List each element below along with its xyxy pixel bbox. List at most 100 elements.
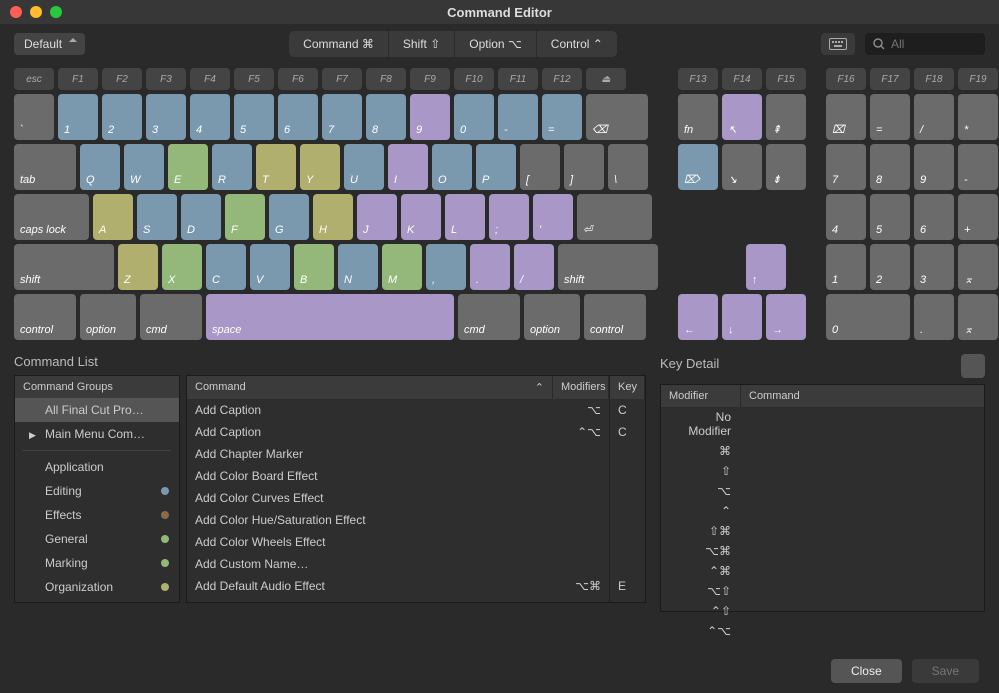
key-tab[interactable]: tab (14, 144, 76, 190)
numpad-0[interactable]: 0 (826, 294, 910, 340)
group-row[interactable]: Editing (15, 479, 179, 503)
fkey-F4[interactable]: F4 (190, 68, 230, 90)
fkey-F12[interactable]: F12 (542, 68, 582, 90)
col-detail-modifier[interactable]: Modifier (661, 385, 741, 407)
group-row[interactable]: Playback/Na… (15, 599, 179, 603)
command-row[interactable]: Add Chapter Marker (187, 443, 645, 465)
fkey-⏏[interactable]: ⏏ (586, 68, 626, 90)
command-row[interactable]: Add Color Curves Effect (187, 487, 645, 509)
key-R[interactable]: R (212, 144, 252, 190)
numpad--[interactable]: - (958, 144, 998, 190)
fkey-F13[interactable]: F13 (678, 68, 718, 90)
detail-row[interactable]: ⌃⌘ (661, 561, 984, 581)
navkey[interactable]: ↘ (722, 144, 762, 190)
numpad-4[interactable]: 4 (826, 194, 866, 240)
command-row[interactable]: Add Color Wheels Effect (187, 531, 645, 553)
key-I[interactable]: I (388, 144, 428, 190)
fkey-F14[interactable]: F14 (722, 68, 762, 90)
command-row[interactable]: Add Color Hue/Saturation Effect (187, 509, 645, 531)
group-row[interactable]: Effects (15, 503, 179, 527)
navkey[interactable]: ↖ (722, 94, 762, 140)
group-row[interactable]: All Final Cut Pro… (15, 398, 179, 422)
mod-shift[interactable]: Shift ⇧ (389, 31, 455, 57)
key-M[interactable]: M (382, 244, 422, 290)
key-O[interactable]: O (432, 144, 472, 190)
fkey-F7[interactable]: F7 (322, 68, 362, 90)
command-row[interactable]: Add Caption⌥C (187, 399, 645, 421)
arrow-down[interactable]: ↓ (722, 294, 762, 340)
key-caps lock[interactable]: caps lock (14, 194, 89, 240)
key-V[interactable]: V (250, 244, 290, 290)
key-`[interactable]: ` (14, 94, 54, 140)
numpad-*[interactable]: * (958, 94, 998, 140)
key-\[interactable]: \ (608, 144, 648, 190)
fkey-F8[interactable]: F8 (366, 68, 406, 90)
key-1[interactable]: 1 (58, 94, 98, 140)
col-key[interactable]: Key (609, 376, 645, 399)
key-A[interactable]: A (93, 194, 133, 240)
numpad-7[interactable]: 7 (826, 144, 866, 190)
arrow-up[interactable]: ↑ (746, 244, 786, 290)
preset-select[interactable]: Default (14, 33, 85, 55)
detail-row[interactable]: ⇧⌘ (661, 521, 984, 541)
fkey-F9[interactable]: F9 (410, 68, 450, 90)
key-K[interactable]: K (401, 194, 441, 240)
navkey[interactable]: ⇟ (766, 144, 806, 190)
detail-row[interactable]: ⌃⌥ (661, 621, 984, 641)
key-cmd[interactable]: cmd (140, 294, 202, 340)
numpad-enter[interactable]: ⌅ (958, 294, 998, 340)
detail-row[interactable]: ⌃⇧ (661, 601, 984, 621)
key-option[interactable]: option (80, 294, 136, 340)
navkey[interactable]: ⇞ (766, 94, 806, 140)
numpad-3[interactable]: 3 (914, 244, 954, 290)
key-option[interactable]: option (524, 294, 580, 340)
numpad-6[interactable]: 6 (914, 194, 954, 240)
fkey-F15[interactable]: F15 (766, 68, 806, 90)
numpad-=[interactable]: = (870, 94, 910, 140)
key-][interactable]: ] (564, 144, 604, 190)
key-6[interactable]: 6 (278, 94, 318, 140)
mod-command[interactable]: Command ⌘ (289, 31, 389, 57)
key-shift[interactable]: shift (14, 244, 114, 290)
key-=[interactable]: = (542, 94, 582, 140)
key-U[interactable]: U (344, 144, 384, 190)
mod-option[interactable]: Option ⌥ (455, 31, 537, 57)
numpad-2[interactable]: 2 (870, 244, 910, 290)
group-row[interactable]: Organization (15, 575, 179, 599)
key-D[interactable]: D (181, 194, 221, 240)
numpad-/[interactable]: / (914, 94, 954, 140)
key-4[interactable]: 4 (190, 94, 230, 140)
key--[interactable]: - (498, 94, 538, 140)
detail-row[interactable]: ⌥⇧ (661, 581, 984, 601)
key-'[interactable]: ' (533, 194, 573, 240)
key-Y[interactable]: Y (300, 144, 340, 190)
command-row[interactable]: Add Default Audio Effect⌥⌘E (187, 575, 645, 597)
key-/[interactable]: / (514, 244, 554, 290)
numpad-1[interactable]: 1 (826, 244, 866, 290)
key-X[interactable]: X (162, 244, 202, 290)
key-S[interactable]: S (137, 194, 177, 240)
key-G[interactable]: G (269, 194, 309, 240)
key-N[interactable]: N (338, 244, 378, 290)
fkey-F17[interactable]: F17 (870, 68, 910, 90)
fkey-F11[interactable]: F11 (498, 68, 538, 90)
key-L[interactable]: L (445, 194, 485, 240)
save-button[interactable]: Save (912, 659, 979, 683)
key-C[interactable]: C (206, 244, 246, 290)
detail-row[interactable]: ⇧ (661, 461, 984, 481)
group-row[interactable]: Application (15, 455, 179, 479)
fkey-F18[interactable]: F18 (914, 68, 954, 90)
numpad-dot[interactable]: . (914, 294, 954, 340)
numpad-8[interactable]: 8 (870, 144, 910, 190)
key-J[interactable]: J (357, 194, 397, 240)
mod-control[interactable]: Control ⌃ (537, 31, 617, 57)
key-⌫[interactable]: ⌫ (586, 94, 648, 140)
arrow-left[interactable]: ← (678, 294, 718, 340)
key-shift[interactable]: shift (558, 244, 658, 290)
fkey-esc[interactable]: esc (14, 68, 54, 90)
fkey-F16[interactable]: F16 (826, 68, 866, 90)
navkey[interactable]: ⌦ (678, 144, 718, 190)
navkey[interactable]: fn (678, 94, 718, 140)
command-row[interactable]: Add Custom Name… (187, 553, 645, 575)
key-3[interactable]: 3 (146, 94, 186, 140)
